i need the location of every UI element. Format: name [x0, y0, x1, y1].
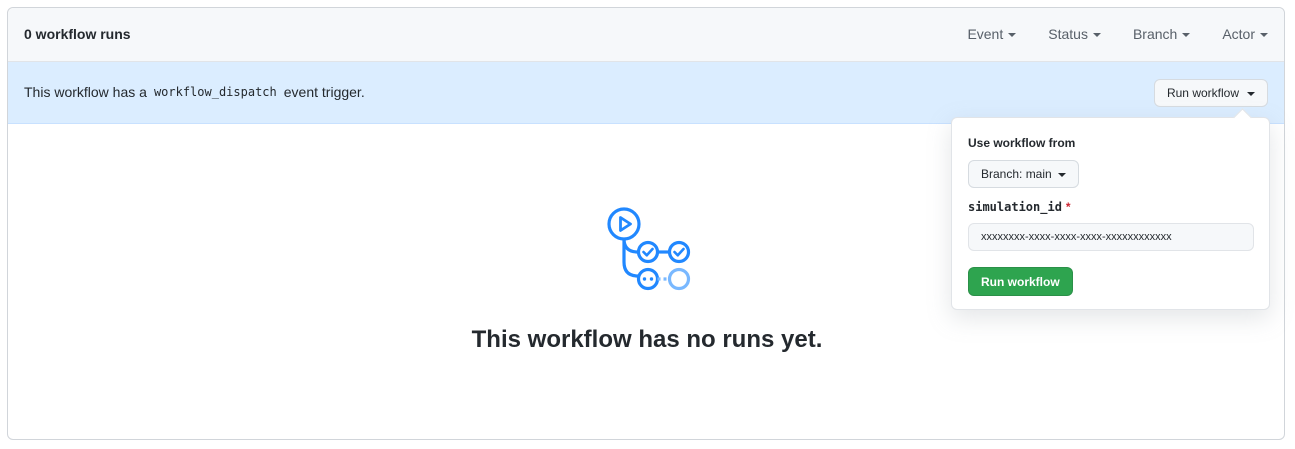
- branch-select-button[interactable]: Branch: main: [968, 160, 1079, 188]
- caret-down-icon: [1182, 33, 1191, 37]
- filter-status[interactable]: Status: [1048, 26, 1101, 42]
- filter-actor[interactable]: Actor: [1222, 26, 1268, 42]
- dispatch-text-before: This workflow has a: [24, 84, 147, 100]
- dispatch-banner: This workflow has a workflow_dispatch even…: [8, 62, 1284, 124]
- workflow-icon: [605, 204, 699, 303]
- filter-status-label: Status: [1048, 26, 1088, 42]
- simulation-id-input[interactable]: [968, 223, 1254, 251]
- filter-event[interactable]: Event: [967, 26, 1017, 42]
- use-workflow-from-label: Use workflow from: [968, 136, 1076, 150]
- workflow-runs-panel: 0 workflow runs Event Status Branch Acto…: [7, 7, 1285, 440]
- filter-branch-label: Branch: [1132, 26, 1178, 42]
- caret-down-icon: [1247, 92, 1255, 96]
- caret-down-icon: [1057, 173, 1066, 177]
- dispatch-text-after: event trigger.: [283, 84, 365, 100]
- empty-state-title: This workflow has no runs yet.: [471, 326, 823, 353]
- caret-down-icon: [1260, 33, 1268, 37]
- run-workflow-popover: Use workflow from Branch: main simulatio…: [951, 108, 1270, 310]
- caret-down-icon: [1092, 33, 1101, 37]
- branch-select-label: Branch: main: [981, 167, 1052, 181]
- simulation-id-label: simulation_id *: [968, 200, 1071, 214]
- run-workflow-submit-button[interactable]: Run workflow: [968, 267, 1073, 296]
- filter-actor-label: Actor: [1222, 26, 1255, 42]
- dispatch-event-code: workflow_dispatch: [153, 85, 277, 99]
- dispatch-message: This workflow has a workflow_dispatch even…: [24, 84, 365, 100]
- filter-bar: Event Status Branch Actor: [967, 26, 1268, 42]
- filter-branch[interactable]: Branch: [1132, 26, 1191, 42]
- runs-count: 0 workflow runs: [24, 26, 131, 42]
- runs-header: 0 workflow runs Event Status Branch Acto…: [8, 8, 1284, 62]
- run-workflow-dropdown-button[interactable]: Run workflow: [1153, 79, 1268, 107]
- filter-event-label: Event: [967, 26, 1004, 42]
- run-workflow-dropdown-label: Run workflow: [1166, 86, 1239, 100]
- simulation-id-label-text: simulation_id: [968, 200, 1062, 214]
- required-marker: *: [1065, 200, 1071, 214]
- caret-down-icon: [1008, 33, 1017, 37]
